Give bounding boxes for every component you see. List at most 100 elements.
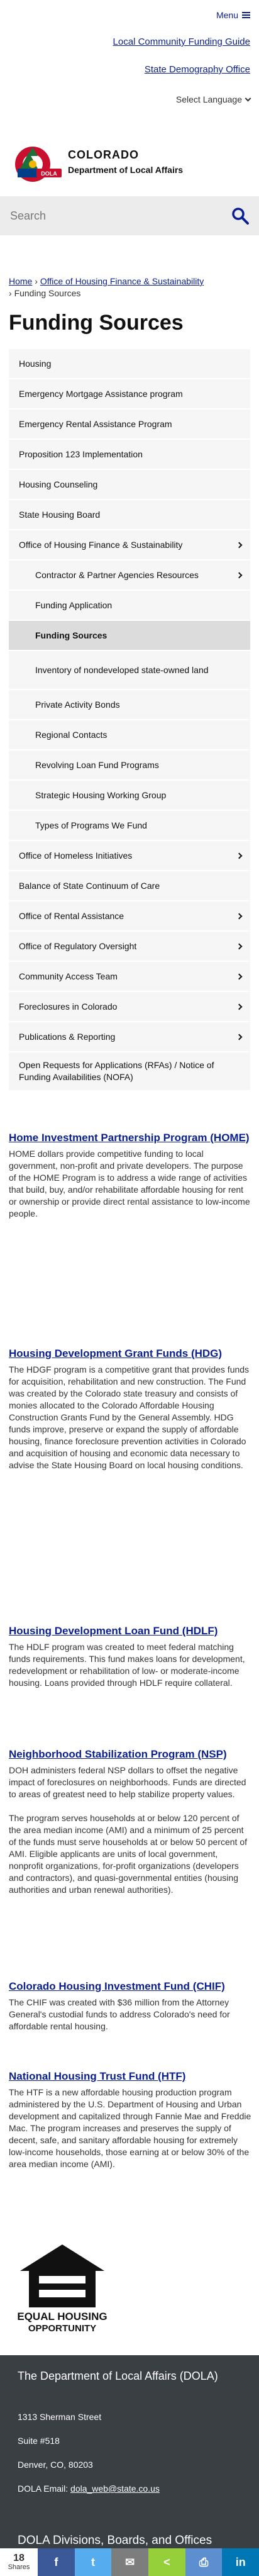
footer-title: The Department of Local Affairs (DOLA) [18,2370,218,2382]
nav-item-label: Housing [19,358,52,369]
chevron-right-icon[interactable] [236,943,243,949]
brand-department: Department of Local Affairs [68,165,184,175]
nav-item-emergency-mortgage-assistance-program[interactable]: Emergency Mortgage Assistance program [9,379,250,410]
section-heading[interactable]: Housing Development Loan Fund (HDLF) [9,1624,251,1637]
nav-item-housing-counseling[interactable]: Housing Counseling [9,470,250,500]
nav-item-label: Inventory of nondeveloped state-owned la… [35,664,209,675]
section-heading[interactable]: Home Investment Partnership Program (HOM… [9,1131,251,1144]
section-heading[interactable]: Housing Development Grant Funds (HDG) [9,1347,251,1360]
eho-line2: OPPORTUNITY [28,2323,96,2334]
section-paragraph: DOH administers federal NSP dollars to o… [9,1765,246,1799]
equal-housing-opportunity-logo: EQUAL HOUSING OPPORTUNITY [17,2244,107,2334]
nav-item-label: Open Requests for Applications (RFAs) / … [19,1060,214,1082]
footer-email-row: DOLA Email: dola_web@state.co.us [18,2484,160,2494]
nav-item-balance-of-state-continuum-of-care[interactable]: Balance of State Continuum of Care [9,871,250,901]
funding-section: Housing Development Loan Fund (HDLF) The … [9,1624,251,1701]
nav-item-inventory-of-nondeveloped-state-owned-la[interactable]: Inventory of nondeveloped state-owned la… [9,651,250,690]
nav-item-label: Office of Regulatory Oversight [19,940,137,951]
menu-button[interactable]: Menu [216,10,250,20]
nav-item-label: Funding Sources [35,630,107,640]
nav-item-label: Revolving Loan Fund Programs [35,759,159,770]
facebook-share-icon[interactable]: f [38,2548,75,2576]
language-select[interactable]: Select Language [176,94,251,104]
nav-item-private-activity-bonds[interactable]: Private Activity Bonds [9,690,250,720]
search-input[interactable] [10,205,218,226]
nav-item-funding-sources[interactable]: Funding Sources [9,621,250,651]
email-share-icon[interactable]: ✉ [111,2548,149,2576]
funding-section: Neighborhood Stabilization Program (NSP)… [9,1748,251,1908]
sharethis-share-icon[interactable]: < [148,2548,185,2576]
nav-item-strategic-housing-working-group[interactable]: Strategic Housing Working Group [9,781,250,811]
nav-item-label: Contractor & Partner Agencies Resources [35,569,199,580]
breadcrumb-parent[interactable]: Office of Housing Finance & Sustainabili… [40,276,204,286]
footer-address1: 1313 Sherman Street [18,2412,102,2422]
share-count: 18 Shares [0,2548,38,2576]
nav-item-label: Community Access Team [19,971,118,981]
nav-item-label: State Housing Board [19,509,101,520]
footer-divisions-link[interactable]: DOLA Divisions, Boards, and Offices [18,2534,212,2548]
section-paragraph: The program serves households at or belo… [9,1813,248,1895]
nav-item-label: Emergency Mortgage Assistance program [19,388,183,399]
nav-item-emergency-rental-assistance-program[interactable]: Emergency Rental Assistance Program [9,410,250,440]
share-count-number: 18 [13,2552,25,2563]
section-heading[interactable]: Colorado Housing Investment Fund (CHIF) [9,1980,251,1993]
eho-line1: EQUAL HOUSING [17,2311,107,2322]
nav-item-office-of-homeless-initiatives[interactable]: Office of Homeless Initiatives [9,841,250,871]
nav-item-regional-contacts[interactable]: Regional Contacts [9,720,250,750]
footer: The Department of Local Affairs (DOLA) 1… [0,2355,259,2576]
nav-item-office-of-housing-finance-sustainability[interactable]: Office of Housing Finance & Sustainabili… [9,530,250,560]
nav-item-label: Publications & Reporting [19,1031,116,1042]
funding-section: Home Investment Partnership Program (HOM… [9,1131,251,1232]
section-paragraph: The HDGF program is a competitive grant … [9,1364,250,1470]
nav-item-office-of-rental-assistance[interactable]: Office of Rental Assistance [9,901,250,932]
footer-address2: Suite #518 [18,2436,60,2446]
footer-email-label: DOLA Email: [18,2484,69,2494]
nav-item-label: Foreclosures in Colorado [19,1001,118,1012]
section-heading[interactable]: National Housing Trust Fund (HTF) [9,2070,251,2083]
nav-item-label: Office of Housing Finance & Sustainabili… [19,539,183,550]
funding-section: Housing Development Grant Funds (HDG) The… [9,1347,251,1483]
nav-item-contractor-partner-agencies-resources[interactable]: Contractor & Partner Agencies Resources [9,560,250,591]
nav-item-proposition-123-implementation[interactable]: Proposition 123 Implementation [9,440,250,470]
twitter-share-icon[interactable]: t [74,2548,112,2576]
nav-item-state-housing-board[interactable]: State Housing Board [9,500,250,530]
nav-item-office-of-regulatory-oversight[interactable]: Office of Regulatory Oversight [9,932,250,962]
section-paragraph: The HDLF program was created to meet fed… [9,1642,245,1688]
chevron-right-icon[interactable] [236,542,243,548]
dola-logo[interactable]: DOLA [14,143,64,185]
chevron-down-icon [245,95,251,102]
share-bar: 18 Shares f t ✉ < ⎙ in [0,2548,259,2576]
nav-item-revolving-loan-fund-programs[interactable]: Revolving Loan Fund Programs [9,750,250,781]
nav-item-types-of-programs-we-fund[interactable]: Types of Programs We Fund [9,811,250,841]
section-heading[interactable]: Neighborhood Stabilization Program (NSP) [9,1748,251,1761]
search-icon[interactable] [231,207,249,225]
page-title: Funding Sources [9,311,184,335]
breadcrumb-home[interactable]: Home [9,276,32,286]
print-share-icon[interactable]: ⎙ [185,2548,223,2576]
breadcrumb-separator: › [35,276,38,286]
nav-item-label: Proposition 123 Implementation [19,449,143,459]
nav-item-housing[interactable]: Housing [9,349,250,379]
chevron-right-icon[interactable] [236,572,243,578]
linkedin-share-icon[interactable]: in [222,2548,259,2576]
nav-item-label: Strategic Housing Working Group [35,789,167,800]
logo-text: DOLA [41,170,57,177]
state-demography-office-link[interactable]: State Demography Office [145,64,250,75]
nav-item-publications-reporting[interactable]: Publications & Reporting [9,1022,250,1052]
footer-email-link[interactable]: dola_web@state.co.us [70,2484,160,2494]
nav-item-funding-application[interactable]: Funding Application [9,591,250,621]
local-community-funding-guide-link[interactable]: Local Community Funding Guide [113,36,250,47]
chevron-right-icon[interactable] [236,1003,243,1010]
chevron-right-icon[interactable] [236,973,243,979]
funding-section: Colorado Housing Investment Fund (CHIF) T… [9,1980,251,2044]
nav-item-open-requests-for-applications-rfas-noti[interactable]: Open Requests for Applications (RFAs) / … [9,1052,250,1091]
nav-item-label: Funding Application [35,599,113,610]
section-paragraph: The CHIF was created with $36 million fr… [9,1997,230,2031]
nav-item-foreclosures-in-colorado[interactable]: Foreclosures in Colorado [9,992,250,1022]
breadcrumb-current: Funding Sources [14,288,81,298]
chevron-right-icon[interactable] [236,1034,243,1040]
chevron-right-icon[interactable] [236,852,243,859]
chevron-right-icon[interactable] [236,913,243,919]
nav-item-community-access-team[interactable]: Community Access Team [9,962,250,992]
nav-item-label: Regional Contacts [35,729,107,740]
